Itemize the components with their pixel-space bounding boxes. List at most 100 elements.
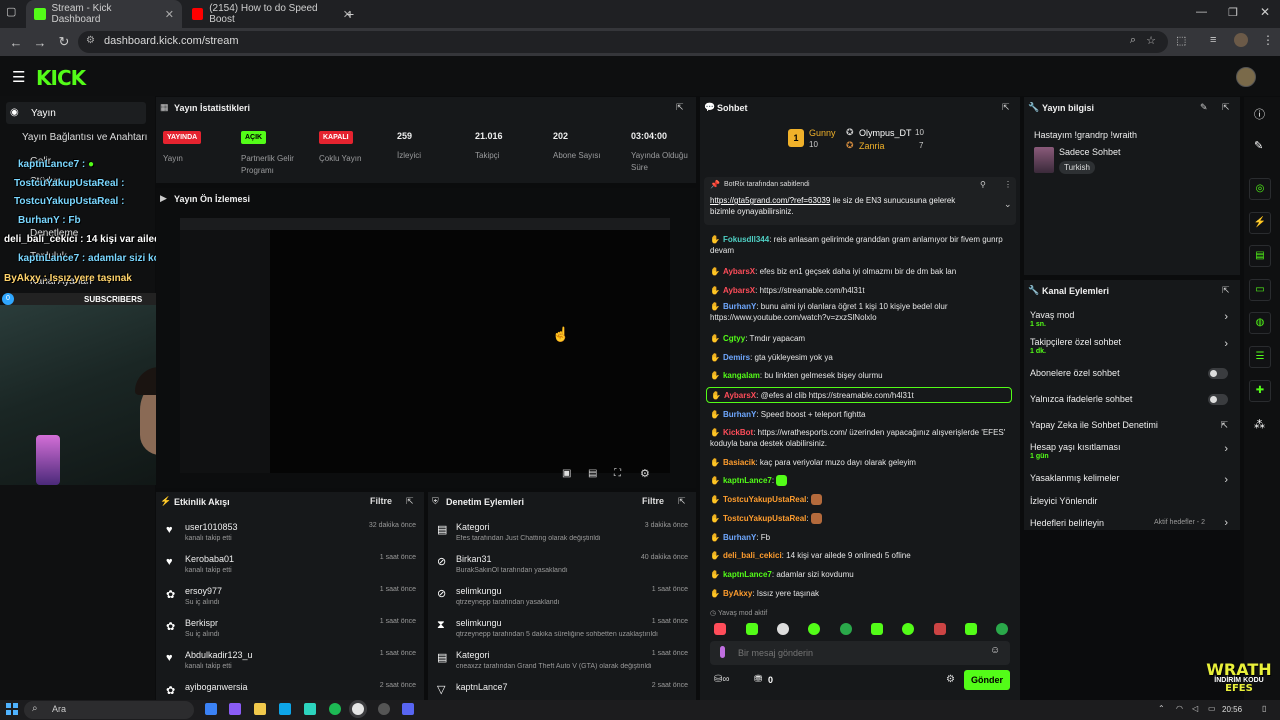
chat-message[interactable]: ✋ AybarsX: @efes al clib https://streamab… — [706, 387, 1012, 403]
popout-icon[interactable]: ⇱ — [678, 496, 686, 507]
list-icon[interactable]: ☰ — [1249, 346, 1271, 368]
chat-message[interactable]: ✋ deli_bali_cekici: 14 kişi var ailede 9 … — [710, 550, 1010, 561]
tab-kick-dashboard[interactable]: Stream - Kick Dashboard ✕ — [26, 0, 182, 28]
moderation-row[interactable]: ⧗ selimkungu qtrzeynepp tarafından 5 dakik… — [428, 615, 696, 645]
chat-settings-icon[interactable]: ⚙ — [946, 674, 955, 685]
popout-icon[interactable]: ⇱ — [406, 496, 414, 507]
chat-username[interactable]: Basiacik — [723, 458, 755, 467]
toggle-switch[interactable] — [1208, 368, 1228, 379]
chat-message[interactable]: ✋ BurhanY: Fb — [710, 532, 1010, 543]
tab-list-icon[interactable]: ▢ — [6, 5, 16, 18]
emote-icon[interactable] — [996, 623, 1008, 635]
chat-username[interactable]: kangalam — [723, 371, 760, 380]
pin-icon[interactable]: ⚲ — [980, 180, 986, 189]
outlook-icon[interactable] — [279, 703, 291, 715]
chevron-right-icon[interactable]: › — [1224, 443, 1228, 455]
chat-username[interactable]: kaptnLance7 — [723, 476, 772, 485]
category-thumbnail[interactable] — [1034, 147, 1054, 173]
moderation-row[interactable]: ▤ Kategori cneaxzz tarafından Grand Theft … — [428, 647, 696, 677]
chat-message[interactable]: ✋ Basiacik: kaç para veriyolar muzo dayı … — [710, 457, 1010, 468]
extensions-icon[interactable]: ⬚ — [1176, 34, 1186, 47]
clock[interactable]: 20:56 — [1222, 705, 1242, 714]
stream-tag[interactable]: Turkish — [1059, 161, 1095, 174]
pencil-icon[interactable]: ✎ — [1254, 139, 1263, 152]
kick-logo[interactable]: KICK — [36, 66, 86, 90]
moderation-title[interactable]: selimkungu — [456, 586, 502, 596]
files-icon[interactable] — [254, 703, 266, 715]
chrome-icon[interactable] — [352, 703, 364, 715]
emote-icon[interactable] — [965, 623, 977, 635]
moderation-row[interactable]: ⊘ Birkan31 BurakSakinOl tarafından yasakla… — [428, 551, 696, 581]
chat-message[interactable]: ✋ BurhanY: Speed boost + teleport fightta — [710, 409, 1010, 420]
document-icon[interactable]: ▤ — [1249, 245, 1271, 267]
channel-action-row[interactable]: Hesap yaşı kısıtlaması 1 gün › — [1030, 442, 1228, 464]
chat-message[interactable]: ✋ Cgtyy: Tmdır yapacam — [710, 333, 1010, 344]
chat-message[interactable]: ✋ kangalam: bu linkten gelmesek bişey olu… — [710, 370, 1010, 381]
channel-action-row[interactable]: İzleyici Yönlendir — [1030, 496, 1228, 518]
moderation-title[interactable]: Kategori — [456, 650, 490, 660]
bookmark-star-icon[interactable]: ☆ — [1146, 34, 1156, 47]
toggle-switch[interactable] — [1208, 394, 1228, 405]
chat-username[interactable]: AybarsX — [723, 286, 755, 295]
filter-button[interactable]: Filtre — [370, 496, 392, 506]
chat-username[interactable]: AybarsX — [723, 267, 755, 276]
chat-username[interactable]: Fokusdll344 — [723, 235, 769, 244]
info-icon[interactable]: ⓘ — [1254, 106, 1265, 122]
stream-category[interactable]: Sadece Sohbet — [1059, 147, 1121, 157]
fullscreen-icon[interactable]: ⛶ — [614, 468, 621, 479]
chat-message[interactable]: ✋ Fokusdll344: reis anlasam gelirimde gra… — [710, 234, 1010, 256]
moderation-title[interactable]: Birkan31 — [456, 554, 492, 564]
chat-username[interactable]: BurhanY — [723, 302, 756, 311]
chat-message[interactable]: ✋ AybarsX: efes biz en1 geçsek daha iyi o… — [710, 266, 1010, 277]
hamburger-menu-icon[interactable]: ☰ — [12, 68, 25, 86]
popout-icon[interactable]: ⇱ — [1222, 102, 1230, 113]
back-icon[interactable]: ← — [4, 35, 28, 50]
sidebar-item-stream-key[interactable]: Yayın Bağlantısı ve Anahtarı — [22, 132, 147, 143]
chat-message[interactable]: ✋ KickBot: https://wrathesports.com/ üzer… — [710, 427, 1010, 449]
camera-icon[interactable]: ◎ — [1249, 178, 1271, 200]
theater-icon[interactable]: ▤ — [588, 468, 597, 479]
top-gifter-name[interactable]: Olympus_DT — [859, 128, 912, 138]
group-icon[interactable]: ⁂ — [1254, 418, 1265, 431]
chevron-right-icon[interactable]: › — [1224, 311, 1228, 323]
chat-message[interactable]: ✋ kaptnLance7: — [710, 475, 1010, 487]
volume-icon[interactable]: ◁ — [1192, 704, 1198, 713]
close-tab-icon[interactable]: ✕ — [165, 8, 174, 21]
browser-menu-icon[interactable]: ⋮ — [1262, 33, 1274, 47]
broadcast-icon[interactable]: ◍ — [1249, 312, 1271, 334]
activity-user[interactable]: Kerobaba01 — [185, 554, 234, 564]
chat-input[interactable] — [738, 645, 978, 661]
preview-video[interactable]: ☝ — [180, 218, 670, 473]
emote-icon[interactable] — [777, 623, 789, 635]
emote-icon[interactable] — [902, 623, 914, 635]
discord-icon[interactable] — [402, 703, 414, 715]
emote-icon[interactable] — [746, 623, 758, 635]
external-link-icon[interactable]: ⇱ — [1220, 420, 1228, 431]
url-bar[interactable]: ⚙ dashboard.kick.com/stream ⌕ ☆ — [78, 31, 1168, 53]
chevron-down-icon[interactable]: ⌄ — [1004, 199, 1012, 210]
chat-username[interactable]: TostcuYakupUstaReal — [723, 514, 806, 523]
emote-icon[interactable] — [808, 623, 820, 635]
forward-icon[interactable]: → — [28, 35, 52, 50]
activity-row[interactable]: ♥ Kerobaba01 kanalı takip etti 1 saat önce — [156, 551, 424, 581]
popout-icon[interactable]: ⇱ — [1002, 102, 1010, 113]
activity-row[interactable]: ✿ Berkispr Su iç alındı 1 saat önce — [156, 615, 424, 645]
channel-action-row[interactable]: Hedefleri belirleyin Aktif hedefler - 2 › — [1030, 517, 1228, 540]
activity-row[interactable]: ♥ Abdulkadir123_u kanalı takip etti 1 saat … — [156, 647, 424, 677]
pinned-message[interactable]: 📌 BotRix tarafından sabitlendi ⚲ ⋮ https… — [704, 177, 1016, 225]
chat-username[interactable]: TostcuYakupUstaReal — [723, 495, 806, 504]
profile-avatar[interactable] — [1234, 33, 1248, 47]
notification-icon[interactable]: ▯ — [1262, 704, 1266, 713]
chat-message[interactable]: ✋ ByAkxy: Issız yere taşınak — [710, 588, 1010, 599]
moderation-title[interactable]: kaptnLance7 — [456, 682, 508, 692]
edge-icon[interactable] — [205, 703, 217, 715]
close-window-button[interactable]: ✕ — [1260, 5, 1270, 19]
moderation-row[interactable]: ⊘ selimkungu qtrzeynepp tarafından yasakla… — [428, 583, 696, 613]
new-tab-button[interactable]: + — [346, 6, 354, 22]
site-info-icon[interactable]: ⚙ — [86, 35, 95, 46]
chevron-right-icon[interactable]: › — [1224, 517, 1228, 529]
channel-action-row[interactable]: Takipçilere özel sohbet 1 dk. › — [1030, 337, 1228, 359]
chat-username[interactable]: BurhanY — [723, 410, 756, 419]
copilot-icon[interactable] — [229, 703, 241, 715]
popout-icon[interactable]: ⇱ — [676, 102, 684, 113]
